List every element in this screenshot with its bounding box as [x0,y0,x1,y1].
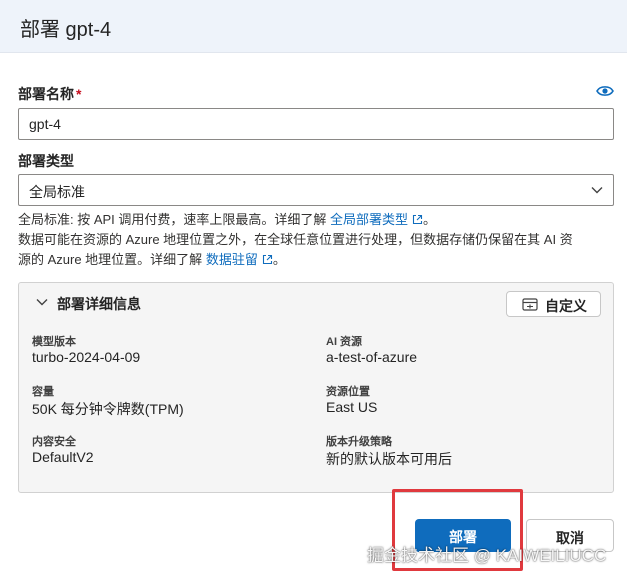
external-link-icon[interactable] [262,254,273,265]
customize-button[interactable]: 自定义 [506,291,601,317]
resource-location-value: East US [326,399,378,415]
model-version-value: turbo-2024-04-09 [32,349,141,365]
chevron-down-icon [591,187,603,194]
deployment-name-label: 部署名称 * [18,86,82,102]
eye-icon[interactable] [596,84,614,98]
description-line-2: 数据可能在资源的 Azure 地理位置之外，在全球任意位置进行处理，但数据存储仍… [18,232,573,247]
description-line-1: 全局标准: 按 API 调用付费，速率上限最高。详细了解 全局部署类型。 [18,212,437,227]
chevron-down-icon[interactable] [36,297,48,307]
description-line-3: 源的 Azure 地理位置。详细了解 数据驻留。 [18,252,286,267]
data-residency-link[interactable]: 数据驻留 [206,252,258,267]
content-safety-key: 内容安全 [32,436,76,448]
upgrade-policy-key: 版本升级策略 [326,436,392,448]
required-mark: * [76,86,82,102]
resource-location-key: 资源位置 [326,386,370,398]
deployment-type-value: 全局标准 [29,184,85,200]
dialog-header: 部署 gpt-4 [0,0,627,53]
dialog-title: 部署 gpt-4 [20,19,112,41]
ai-resource-value: a-test-of-azure [326,349,418,365]
content-safety-value: DefaultV2 [32,449,94,465]
capacity-key: 容量 [32,386,54,398]
global-deployment-types-link[interactable]: 全局部署类型 [330,212,408,227]
ai-resource-key: AI 资源 [326,336,363,348]
external-link-icon[interactable] [412,214,423,225]
upgrade-policy-value: 新的默认版本可用后 [326,451,452,467]
deployment-name-input[interactable]: gpt-4 [18,108,614,140]
details-title[interactable]: 部署详细信息 [57,294,141,314]
settings-panel-icon [522,298,538,311]
deployment-type-label: 部署类型 [18,153,74,169]
capacity-value: 50K 每分钟令牌数(TPM) [32,401,184,417]
deployment-type-select[interactable]: 全局标准 [18,174,614,206]
watermark: 掘金技术社区 @ KAIWEILIUCC [367,546,607,565]
deployment-details-panel: 部署详细信息 自定义 模型版本 turbo-2024-04-09 AI 资源 a… [18,282,614,493]
model-version-key: 模型版本 [32,336,76,348]
